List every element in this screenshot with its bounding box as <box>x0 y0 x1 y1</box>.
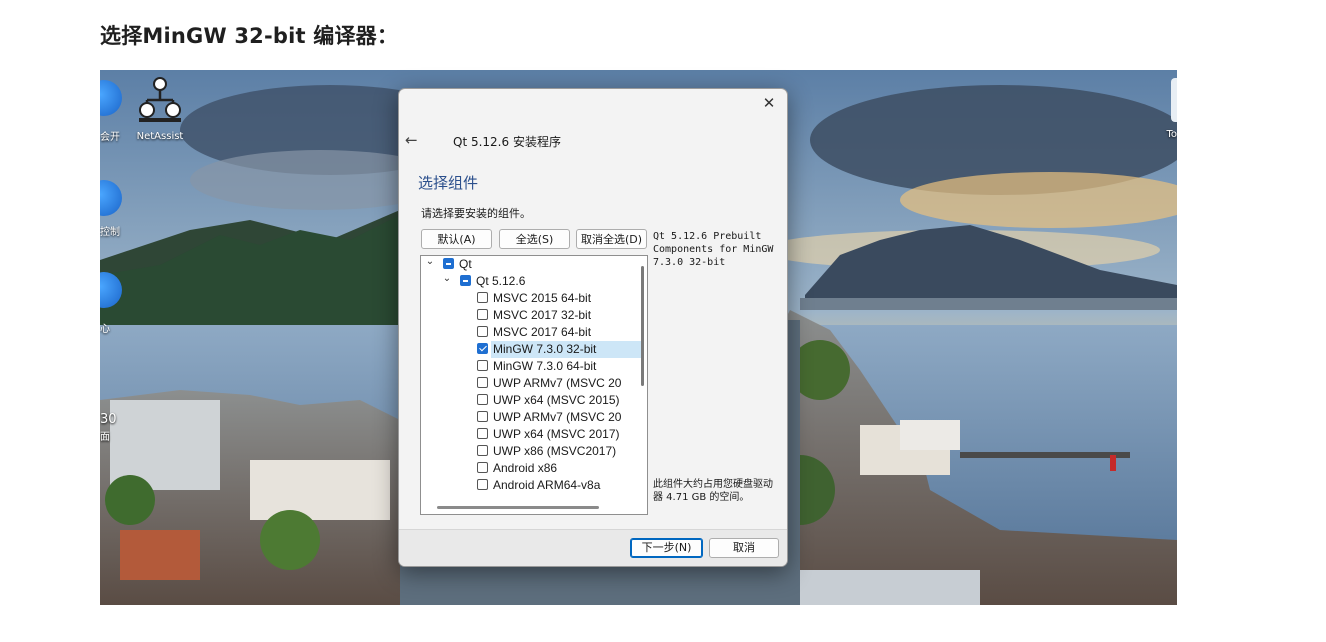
installer-dialog: ✕ ← Qt 5.12.6 安装程序 选择组件 请选择要安装的组件。 默认(A)… <box>398 88 788 567</box>
tree-item-label: MSVC 2015 64-bit <box>493 291 592 305</box>
checkbox[interactable] <box>477 326 488 337</box>
chevron-down-icon[interactable]: ⌄ <box>442 270 452 287</box>
tree-item[interactable]: UWP x64 (MSVC 2015) <box>421 392 631 409</box>
checkbox[interactable] <box>477 360 488 371</box>
chevron-down-icon[interactable]: ⌄ <box>425 256 435 270</box>
dialog-footer: 下一步(N) 取消 <box>399 529 787 566</box>
tree-item-label: UWP x64 (MSVC 2015) <box>493 393 620 407</box>
checkbox[interactable] <box>460 275 471 286</box>
tree-item-label: UWP x64 (MSVC 2017) <box>493 427 620 441</box>
desktop-icon-label: 心 <box>100 324 110 335</box>
tree-item[interactable]: UWP ARMv7 (MSVC 20 <box>421 375 631 392</box>
select-all-button[interactable]: 全选(S) <box>499 229 570 249</box>
checkbox[interactable] <box>477 462 488 473</box>
checkbox[interactable] <box>477 292 488 303</box>
page-heading: 选择组件 <box>418 174 479 192</box>
checkbox[interactable] <box>477 309 488 320</box>
desktop-icon-label: To <box>1166 129 1177 140</box>
tree-item[interactable]: MSVC 2017 64-bit <box>421 324 631 341</box>
checkbox[interactable] <box>477 377 488 388</box>
tree-item-label: Qt <box>459 257 472 271</box>
desktop-icon-label: 控制 <box>100 227 120 238</box>
tree-item[interactable]: ⌄ Qt <box>421 256 631 273</box>
netassist-network-icon <box>128 76 192 129</box>
default-button[interactable]: 默认(A) <box>421 229 492 249</box>
tree-item[interactable]: ⌄ Qt 5.12.6 <box>421 273 631 290</box>
disk-size-note: 此组件大约占用您硬盘驱动器 4.71 GB 的空间。 <box>653 479 773 503</box>
tree-item[interactable]: UWP x64 (MSVC 2017) <box>421 426 631 443</box>
tree-item[interactable]: UWP ARMv7 (MSVC 20 <box>421 409 631 426</box>
tree-item-label: MSVC 2017 64-bit <box>493 325 592 339</box>
desktop-icon-label: NetAssist <box>136 131 184 142</box>
checkbox[interactable] <box>477 479 488 490</box>
deselect-all-button[interactable]: 取消全选(D) <box>576 229 647 249</box>
desktop-icon-partial[interactable] <box>1171 78 1177 122</box>
checkbox[interactable] <box>443 258 454 269</box>
tree-item[interactable]: MSVC 2017 32-bit <box>421 307 631 324</box>
back-arrow-icon[interactable]: ← <box>405 131 418 149</box>
tree-item-label: UWP ARMv7 (MSVC 20 <box>493 410 622 424</box>
tree-item[interactable]: UWP x86 (MSVC2017) <box>421 443 631 460</box>
tree-item-label: MinGW 7.3.0 64-bit <box>493 359 597 373</box>
tree-item[interactable]: Android ARM64-v8a <box>421 477 631 494</box>
article-heading: 选择MinGW 32-bit 编译器： <box>100 24 399 48</box>
tree-item-label: Android ARM64-v8a <box>493 478 601 492</box>
tree-item-label: UWP ARMv7 (MSVC 20 <box>493 376 622 390</box>
tree-item-label: MinGW 7.3.0 32-bit <box>493 342 597 356</box>
checkbox[interactable] <box>477 428 488 439</box>
desktop-icon-label: 会开 <box>100 132 120 143</box>
checkbox[interactable] <box>477 394 488 405</box>
tree-item-label: UWP x86 (MSVC2017) <box>493 444 617 458</box>
close-icon[interactable]: ✕ <box>759 93 779 113</box>
checkbox[interactable] <box>477 445 488 456</box>
tree-item[interactable]: MinGW 7.3.0 32-bit <box>477 341 641 358</box>
tree-item[interactable]: Android x86 <box>421 460 631 477</box>
component-tree[interactable]: ⌄ Qt ⌄ Qt 5.12.6 MSVC 2015 64-bit MSVC 2017 3… <box>420 255 648 515</box>
desktop-icon-label: 30 <box>100 412 117 427</box>
tree-item-label: MSVC 2017 32-bit <box>493 308 592 322</box>
tree-item-label: Qt 5.12.6 <box>476 274 526 288</box>
tree-item[interactable]: MinGW 7.3.0 64-bit <box>421 358 631 375</box>
cancel-button[interactable]: 取消 <box>709 538 779 558</box>
tree-item[interactable]: MSVC 2015 64-bit <box>421 290 631 307</box>
component-description: Qt 5.12.6 Prebuilt Components for MinGW … <box>653 231 774 268</box>
checkbox[interactable] <box>477 411 488 422</box>
next-button[interactable]: 下一步(N) <box>630 538 703 558</box>
checkbox[interactable] <box>477 343 488 354</box>
horizontal-scrollbar[interactable] <box>437 506 599 509</box>
desktop-icon-netassist[interactable]: NetAssist <box>128 76 192 142</box>
instruction-text: 请选择要安装的组件。 <box>421 207 531 220</box>
vertical-scrollbar[interactable] <box>641 266 645 492</box>
dialog-title: Qt 5.12.6 安装程序 <box>453 135 561 149</box>
scrollbar-thumb[interactable] <box>641 266 644 386</box>
desktop-icon-label: 面 <box>100 432 110 443</box>
tree-item-label: Android x86 <box>493 461 558 475</box>
